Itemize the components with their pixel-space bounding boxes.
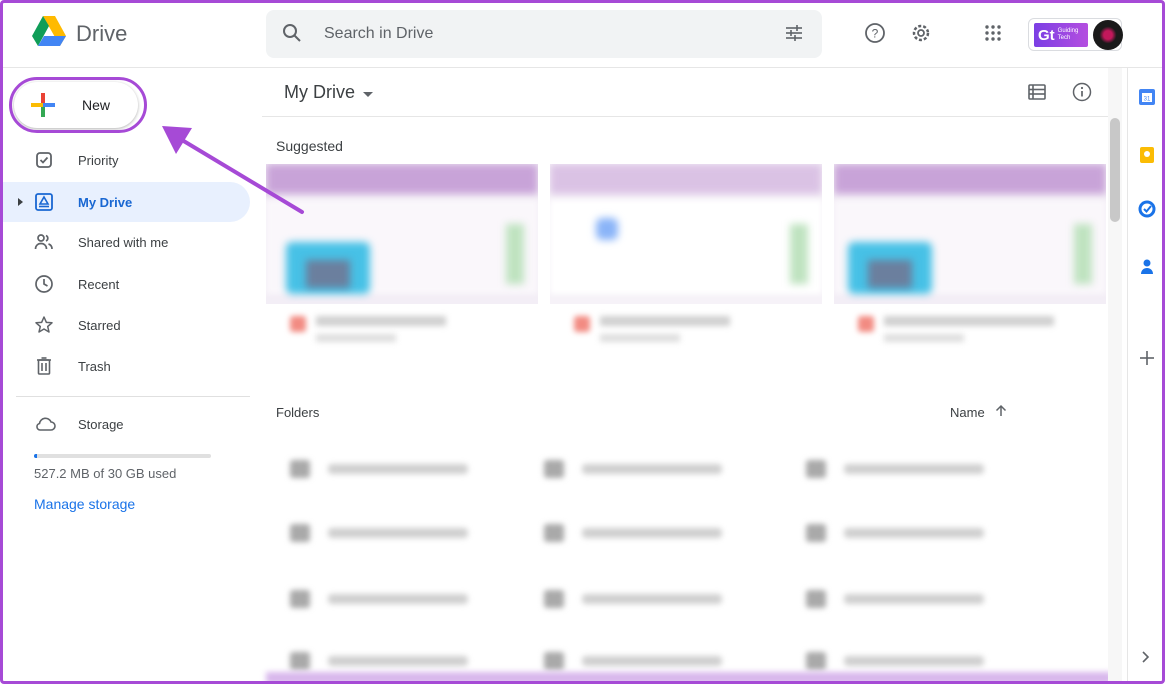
folder-item[interactable]: [266, 448, 494, 488]
scrollbar-thumb[interactable]: [1110, 118, 1120, 222]
sidebar-item-trash[interactable]: Trash: [0, 346, 250, 386]
search-icon[interactable]: [282, 23, 302, 48]
suggested-file-card[interactable]: [550, 164, 822, 350]
sidebar-item-label: Trash: [78, 359, 111, 374]
priority-icon: [34, 150, 54, 175]
sidebar-item-starred[interactable]: Starred: [0, 305, 250, 345]
folder-item[interactable]: [782, 448, 1010, 488]
side-panel-rail: 31: [1127, 68, 1165, 684]
calendar-icon[interactable]: 31: [1138, 88, 1156, 111]
folder-item[interactable]: [520, 512, 748, 552]
sidebar-item-shared[interactable]: Shared with me: [0, 222, 250, 262]
sidebar-item-label: Recent: [78, 277, 120, 292]
expand-caret-icon[interactable]: [18, 198, 23, 206]
sidebar-item-storage[interactable]: Storage: [0, 404, 250, 444]
sidebar-item-label: Starred: [78, 318, 121, 333]
sort-by-name[interactable]: Name: [950, 404, 1007, 420]
contacts-icon[interactable]: [1138, 258, 1156, 281]
dropdown-arrow-icon: [363, 82, 373, 103]
manage-storage-link[interactable]: Manage storage: [34, 496, 135, 512]
folder-item[interactable]: [266, 578, 494, 618]
folder-item[interactable]: [520, 448, 748, 488]
search-box[interactable]: Search in Drive: [266, 10, 822, 58]
sidebar-item-recent[interactable]: Recent: [0, 264, 250, 304]
sidebar-item-label: Shared with me: [78, 235, 169, 250]
sidebar-divider: [16, 396, 250, 397]
search-input[interactable]: Search in Drive: [324, 25, 433, 43]
blurred-strip: [266, 672, 1112, 684]
folder-item[interactable]: [782, 512, 1010, 552]
avatar[interactable]: [1093, 20, 1123, 50]
keep-icon[interactable]: [1138, 146, 1156, 169]
sidebar-item-label: Storage: [78, 417, 124, 432]
clock-icon: [34, 274, 54, 299]
suggested-file-card[interactable]: [834, 164, 1106, 350]
folders-heading: Folders: [276, 405, 320, 420]
folder-item[interactable]: [782, 578, 1010, 618]
trash-icon: [34, 356, 54, 381]
main-content: My Drive Suggested Folders Name: [262, 68, 1127, 684]
arrow-up-icon[interactable]: [995, 404, 1007, 420]
storage-used-text: 527.2 MB of 30 GB used: [34, 466, 177, 481]
cloud-icon: [34, 414, 56, 439]
my-drive-icon: [34, 192, 54, 217]
sidebar-item-label: Priority: [78, 153, 119, 168]
info-icon[interactable]: [1072, 82, 1092, 107]
chevron-right-icon[interactable]: [1141, 650, 1151, 669]
top-bar: Drive Search in Drive ? Gt Guiding Tech: [0, 0, 1165, 68]
settings-icon[interactable]: [910, 22, 932, 49]
svg-text:?: ?: [872, 27, 879, 41]
star-icon: [34, 315, 54, 340]
list-view-icon[interactable]: [1028, 84, 1046, 105]
storage-bar-fill: [34, 454, 37, 458]
main-divider: [262, 116, 1112, 117]
annotation-arrow: [162, 126, 304, 214]
svg-text:31: 31: [1144, 97, 1151, 103]
drive-logo-icon: [32, 16, 66, 51]
tasks-icon[interactable]: [1138, 200, 1156, 223]
apps-icon[interactable]: [984, 24, 1002, 47]
sidebar-item-label: My Drive: [78, 195, 133, 210]
folder-item[interactable]: [520, 578, 748, 618]
page-title[interactable]: My Drive: [284, 82, 373, 103]
annotation-highlight-ring: [9, 77, 147, 133]
folder-item[interactable]: [266, 512, 494, 552]
storage-bar: [34, 454, 211, 458]
app-name: Drive: [76, 20, 128, 46]
help-icon[interactable]: ?: [864, 22, 886, 49]
add-icon[interactable]: [1139, 350, 1155, 371]
guiding-tech-logo: Gt Guiding Tech: [1034, 23, 1088, 47]
shared-icon: [34, 232, 54, 257]
drive-logo[interactable]: Drive: [32, 16, 127, 51]
tune-icon[interactable]: [784, 23, 804, 48]
